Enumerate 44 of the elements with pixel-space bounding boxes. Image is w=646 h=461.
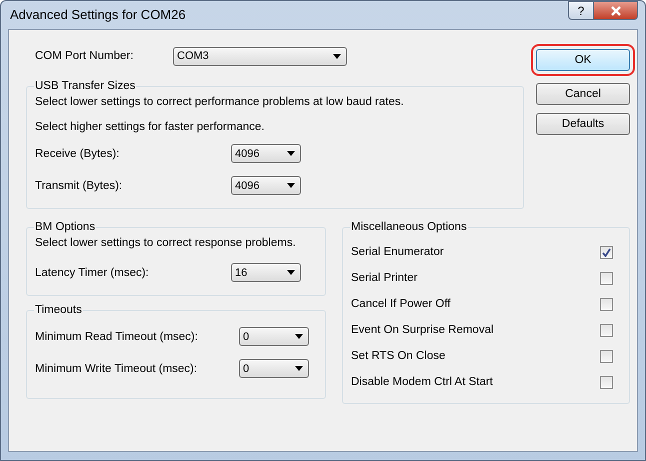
- dropdown[interactable]: 0: [239, 327, 309, 346]
- group-title: BM Options: [34, 221, 96, 233]
- close-icon: [610, 6, 622, 16]
- field-label: Transmit (Bytes):: [35, 180, 122, 192]
- group-title: Timeouts: [34, 304, 83, 316]
- checkbox[interactable]: [600, 272, 613, 284]
- checkbox-label: Set RTS On Close: [351, 350, 446, 362]
- help-text: Select higher settings for faster performance.: [35, 121, 266, 133]
- dropdown[interactable]: 4096: [231, 144, 301, 163]
- field-label: Latency Timer (msec):: [35, 266, 149, 278]
- checkbox-label: Serial Printer: [351, 272, 418, 284]
- field-label: COM Port Number:: [35, 50, 134, 62]
- caret-icon: [287, 270, 295, 275]
- checkbox-label: Disable Modem Ctrl At Start: [351, 376, 493, 388]
- window-title: Advanced Settings for COM26: [9, 7, 186, 22]
- com-port-dropdown[interactable]: COM3: [173, 46, 347, 66]
- checkbox-label: Serial Enumerator: [351, 246, 444, 258]
- close-button[interactable]: [594, 1, 638, 20]
- group-title: Miscellaneous Options: [350, 221, 468, 233]
- caret-icon: [333, 54, 341, 58]
- help-text: Select lower settings to correct performance problems at low baud rates.: [35, 96, 405, 108]
- caret-icon: [295, 366, 303, 371]
- dialog-button[interactable]: Cancel: [536, 83, 630, 105]
- dropdown[interactable]: 4096: [231, 176, 301, 195]
- checkbox[interactable]: [600, 298, 613, 310]
- checkmark-icon: [602, 248, 611, 256]
- help-button[interactable]: ?: [568, 1, 594, 20]
- checkbox-label: Event On Surprise Removal: [351, 324, 494, 336]
- dropdown[interactable]: 16: [231, 263, 301, 282]
- field-label: Minimum Write Timeout (msec):: [35, 362, 198, 374]
- caret-icon: [287, 183, 295, 188]
- field-label: Receive (Bytes):: [35, 148, 120, 160]
- dialog-button[interactable]: Defaults: [536, 113, 630, 135]
- caret-icon: [287, 151, 295, 156]
- checkbox[interactable]: [600, 246, 613, 258]
- checkbox-label: Cancel If Power Off: [351, 298, 450, 310]
- checkbox[interactable]: [600, 324, 613, 336]
- group-title: USB Transfer Sizes: [34, 80, 136, 92]
- caret-icon: [295, 334, 303, 339]
- help-text: Select lower settings to correct response problems.: [35, 237, 297, 249]
- checkbox[interactable]: [600, 376, 613, 388]
- checkbox[interactable]: [600, 350, 613, 362]
- dropdown[interactable]: 0: [239, 359, 309, 378]
- field-label: Minimum Read Timeout (msec):: [35, 330, 198, 342]
